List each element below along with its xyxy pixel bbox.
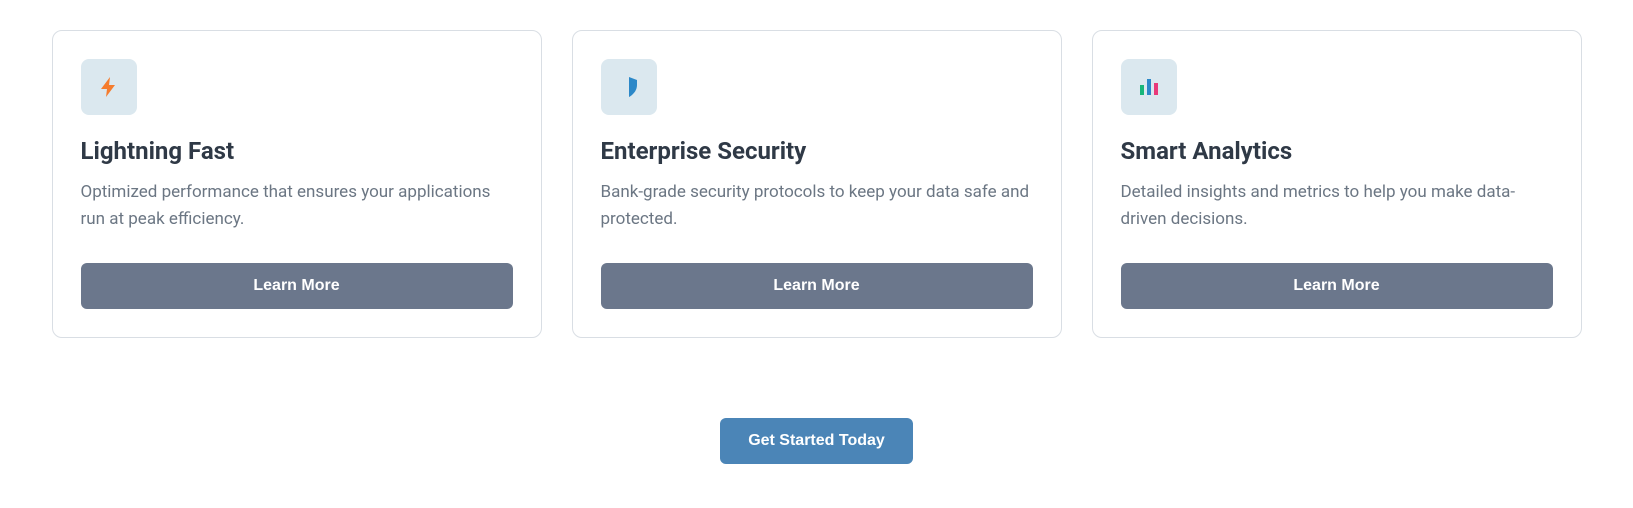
card-title: Enterprise Security	[601, 137, 1033, 165]
card-description: Optimized performance that ensures your …	[81, 179, 513, 233]
learn-more-button[interactable]: Learn More	[1121, 263, 1553, 309]
feature-card-lightning: Lightning Fast Optimized performance tha…	[52, 30, 542, 338]
card-title: Lightning Fast	[81, 137, 513, 165]
feature-cards-row: Lightning Fast Optimized performance tha…	[12, 30, 1621, 338]
lightning-icon-box	[81, 59, 137, 115]
learn-more-button[interactable]: Learn More	[601, 263, 1033, 309]
shield-icon	[617, 75, 641, 99]
cta-container: Get Started Today	[12, 418, 1621, 464]
card-description: Detailed insights and metrics to help yo…	[1121, 179, 1553, 233]
card-description: Bank-grade security protocols to keep yo…	[601, 179, 1033, 233]
chart-icon-box	[1121, 59, 1177, 115]
shield-icon-box	[601, 59, 657, 115]
feature-card-security: Enterprise Security Bank-grade security …	[572, 30, 1062, 338]
card-title: Smart Analytics	[1121, 137, 1553, 165]
lightning-icon	[97, 75, 121, 99]
feature-card-analytics: Smart Analytics Detailed insights and me…	[1092, 30, 1582, 338]
get-started-button[interactable]: Get Started Today	[720, 418, 913, 464]
learn-more-button[interactable]: Learn More	[81, 263, 513, 309]
chart-icon	[1137, 75, 1161, 99]
